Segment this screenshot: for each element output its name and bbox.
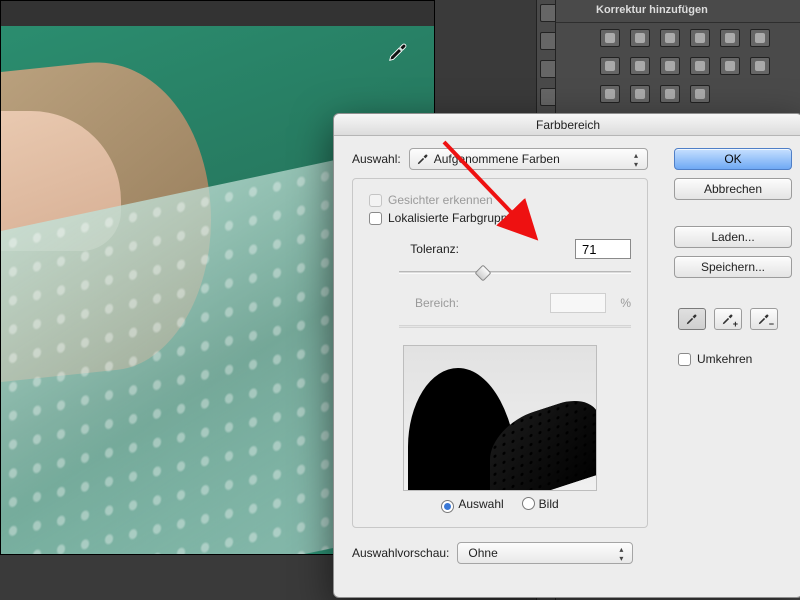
radio-selection-dot[interactable]	[441, 500, 454, 513]
adjustments-icon-grid	[556, 23, 800, 111]
range-input	[550, 293, 606, 313]
localized-checkbox[interactable]	[369, 212, 382, 225]
selective-color-icon[interactable]	[690, 85, 710, 103]
invert-label: Umkehren	[697, 352, 752, 366]
photo-filter-icon[interactable]	[660, 57, 680, 75]
curves-icon[interactable]	[660, 29, 680, 47]
dialog-title: Farbbereich	[334, 114, 800, 136]
radio-image[interactable]: Bild	[522, 497, 559, 513]
localized-label: Lokalisierte Farbgruppen	[388, 211, 521, 225]
stepper-arrows-icon: ▴▾	[629, 151, 643, 169]
vibrance-icon[interactable]	[720, 29, 740, 47]
eyedropper-plus-tool[interactable]: +	[714, 308, 742, 330]
levels-icon[interactable]	[630, 29, 650, 47]
posterize-icon[interactable]	[600, 85, 620, 103]
preview-mode-label: Auswahlvorschau:	[352, 546, 449, 560]
invert-icon[interactable]	[750, 57, 770, 75]
exposure-icon[interactable]	[690, 29, 710, 47]
brightness-icon[interactable]	[600, 29, 620, 47]
eyedropper-icon	[416, 152, 430, 166]
color-range-dialog: Farbbereich Auswahl: Aufgenommene Farben…	[333, 113, 800, 598]
options-group: Gesichter erkennen Lokalisierte Farbgrup…	[352, 178, 648, 528]
fuzziness-slider[interactable]	[399, 265, 631, 279]
color-balance-icon[interactable]	[600, 57, 620, 75]
preview-mode-popup[interactable]: Ohne ▴▾	[457, 542, 633, 564]
radio-image-dot[interactable]	[522, 497, 535, 510]
adjustments-panel-title: Korrektur hinzufügen	[556, 0, 800, 23]
eyedropper-tool[interactable]	[678, 308, 706, 330]
stepper-arrows-icon: ▴▾	[614, 545, 628, 563]
detect-faces-label: Gesichter erkennen	[388, 193, 493, 207]
invert-checkbox[interactable]	[678, 353, 691, 366]
eyedropper-cursor-icon	[387, 41, 409, 63]
invert-row[interactable]: Umkehren	[674, 352, 792, 366]
save-button[interactable]: Speichern...	[674, 256, 792, 278]
range-slider	[399, 319, 631, 333]
load-button[interactable]: Laden...	[674, 226, 792, 248]
threshold-icon[interactable]	[630, 85, 650, 103]
eyedropper-minus-tool[interactable]: −	[750, 308, 778, 330]
range-unit: %	[620, 296, 631, 310]
selection-preview[interactable]	[403, 345, 597, 491]
hue-icon[interactable]	[750, 29, 770, 47]
fuzziness-label: Toleranz:	[369, 242, 459, 256]
slider-track	[399, 271, 631, 274]
range-label: Bereich:	[369, 296, 459, 310]
select-popup-value: Aufgenommene Farben	[434, 152, 560, 166]
bw-icon[interactable]	[630, 57, 650, 75]
radio-selection[interactable]: Auswahl	[441, 497, 503, 513]
fuzziness-input[interactable]	[575, 239, 631, 259]
channel-mixer-icon[interactable]	[690, 57, 710, 75]
cancel-button[interactable]: Abbrechen	[674, 178, 792, 200]
gradient-map-icon[interactable]	[660, 85, 680, 103]
select-label: Auswahl:	[352, 152, 401, 166]
minus-icon: −	[769, 319, 774, 329]
slider-thumb[interactable]	[475, 265, 492, 282]
eyedropper-tools: + −	[674, 308, 792, 330]
plus-icon: +	[733, 319, 738, 329]
ok-button[interactable]: OK	[674, 148, 792, 170]
select-popup[interactable]: Aufgenommene Farben ▴▾	[409, 148, 648, 170]
preview-mode-value: Ohne	[468, 546, 497, 560]
detect-faces-row: Gesichter erkennen	[369, 193, 631, 207]
lookup-icon[interactable]	[720, 57, 740, 75]
dialog-buttons: OK Abbrechen Laden... Speichern... + − U…	[674, 148, 792, 366]
localized-row[interactable]: Lokalisierte Farbgruppen	[369, 211, 631, 225]
detect-faces-checkbox	[369, 194, 382, 207]
